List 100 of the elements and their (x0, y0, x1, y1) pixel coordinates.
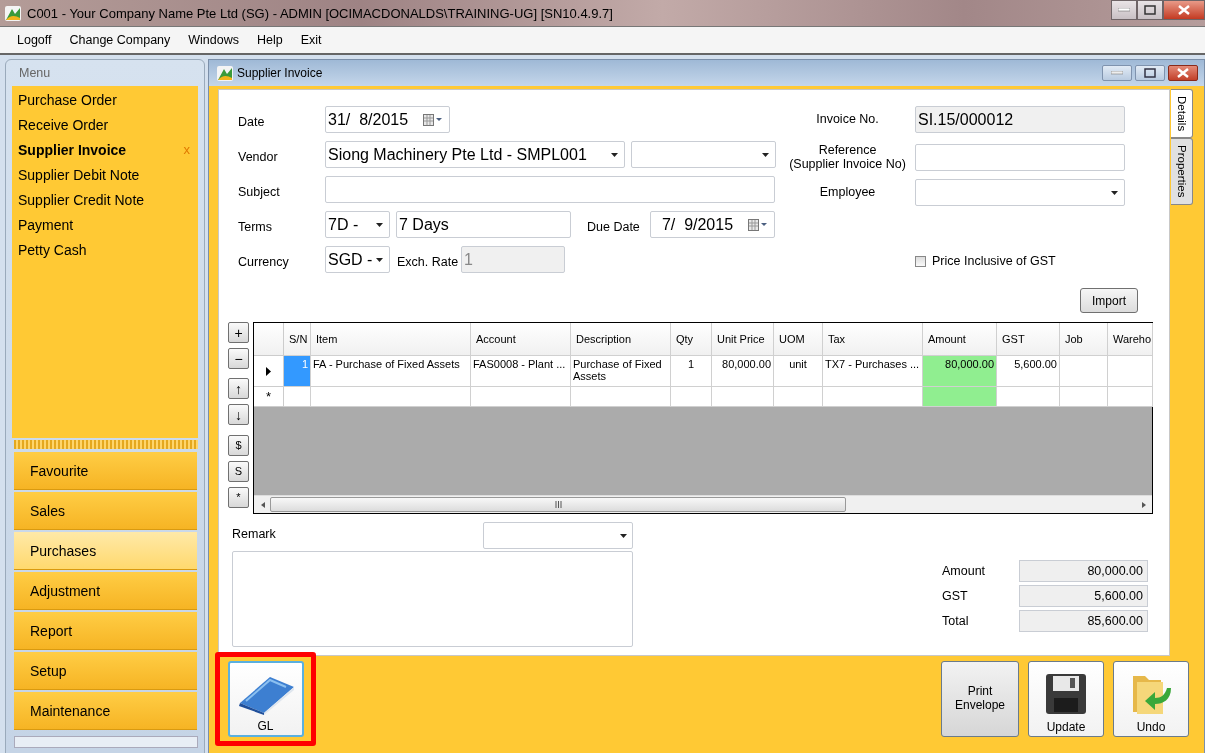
vendor-dropdown[interactable] (631, 141, 776, 168)
field-label: Invoice No. (815, 112, 880, 127)
grid-tool-button[interactable]: * (228, 487, 249, 508)
total-label: Amount (942, 564, 987, 578)
caret-icon (620, 533, 627, 538)
maximize-button[interactable] (1137, 0, 1163, 20)
sidebar-item[interactable]: Supplier Credit Note (12, 187, 198, 212)
total-value-field: 85,600.00 (1019, 610, 1148, 632)
menu-item[interactable]: Windows (179, 33, 248, 47)
side-tab[interactable]: Details (1171, 89, 1193, 139)
maximize-icon (1144, 68, 1156, 78)
field-label: Due Date (587, 218, 641, 234)
toolbar-button[interactable]: Undo (1113, 661, 1189, 737)
invoice-number-field[interactable]: SI.15/000012 (915, 106, 1125, 133)
caret-icon (611, 152, 618, 157)
remark-label: Remark (232, 526, 276, 541)
caret-icon (762, 152, 769, 157)
menu-item[interactable]: Logoff (8, 33, 61, 47)
toolbar-button[interactable]: Print Envelope (941, 661, 1019, 737)
grid-tool-button[interactable]: − (228, 348, 249, 369)
module-button[interactable]: Sales (14, 492, 197, 530)
field-label: Reference (Supplier Invoice No) (788, 143, 907, 172)
calendar-icon (748, 218, 768, 231)
caret-icon (376, 222, 383, 227)
total-label: Total (942, 614, 970, 628)
module-button[interactable]: Setup (14, 652, 197, 690)
horizontal-scrollbar[interactable] (254, 495, 1152, 513)
side-tab[interactable]: Properties (1171, 138, 1193, 205)
maximize-icon (1144, 5, 1156, 15)
scroll-bar[interactable] (14, 736, 198, 748)
checkbox-label: Price Inclusive of GST (932, 254, 1056, 268)
vendor-dropdown[interactable]: Siong Machinery Pte Ltd - SMPL001 (325, 141, 625, 168)
scroll-thumb[interactable] (270, 497, 846, 512)
date-field[interactable]: 7/ 9/2015 (650, 211, 775, 238)
caret-icon (376, 257, 383, 262)
checkbox[interactable] (915, 255, 926, 267)
document-title: Supplier Invoice (237, 66, 323, 80)
minimize-button[interactable] (1111, 0, 1137, 20)
calendar-icon (423, 113, 443, 126)
close-button[interactable] (1163, 0, 1205, 20)
sidebar-item[interactable]: Receive Order (12, 112, 198, 137)
grid-tool-button[interactable]: + (228, 322, 249, 343)
toolbar-button[interactable]: Update (1028, 661, 1104, 737)
remark-text-area[interactable] (232, 551, 633, 647)
app-logo-icon (5, 5, 21, 21)
scroll-right-icon[interactable] (1142, 501, 1146, 508)
module-button[interactable]: Purchases (14, 532, 197, 570)
sidebar-item[interactable]: Petty Cash (12, 237, 198, 262)
caret-icon (1111, 190, 1118, 195)
close-icon (1177, 68, 1189, 78)
import-button[interactable]: Import (1080, 288, 1138, 313)
sidebar-header: Menu (19, 66, 51, 80)
grid-tool-button[interactable]: $ (228, 435, 249, 456)
field-label: Exch. Rate (397, 253, 460, 269)
menu-item[interactable]: Exit (291, 33, 331, 47)
field-label: Subject (238, 183, 281, 199)
scroll-left-icon[interactable] (261, 501, 265, 508)
total-value-field: 80,000.00 (1019, 560, 1148, 582)
grid-tool-button[interactable]: ↓ (228, 404, 249, 425)
field-label: Employee (818, 185, 877, 200)
minimize-icon (1118, 8, 1130, 12)
grid-tool-button[interactable]: ↑ (228, 378, 249, 399)
menu-item[interactable]: Help (248, 33, 292, 47)
total-label: GST (942, 589, 969, 603)
row-header[interactable]: * (254, 387, 284, 407)
reference-field[interactable] (915, 144, 1125, 171)
sidebar-item[interactable]: Purchase Order (12, 87, 198, 112)
field-label: Vendor (238, 148, 279, 164)
minimize-button[interactable] (1102, 65, 1132, 81)
splitter-grip[interactable] (14, 440, 198, 449)
module-button[interactable]: Favourite (14, 452, 197, 490)
subject-field[interactable] (325, 176, 775, 203)
total-value-field: 5,600.00 (1019, 585, 1148, 607)
sidebar-item[interactable]: Supplier Invoice x (12, 137, 198, 162)
module-button[interactable]: Report (14, 612, 197, 650)
table-cell: 1 (284, 356, 311, 387)
sidebar-item[interactable]: Supplier Debit Note (12, 162, 198, 187)
minimize-icon (1111, 71, 1123, 75)
maximize-button[interactable] (1135, 65, 1165, 81)
currency-dropdown[interactable]: SGD - (325, 246, 390, 273)
terms-dropdown[interactable]: 7D - (325, 211, 390, 238)
close-icon (1178, 5, 1190, 15)
grid-tool-button[interactable]: S (228, 461, 249, 482)
menu-item[interactable]: Change Company (60, 33, 180, 47)
gl-button[interactable]: GL (227, 661, 304, 737)
grip-icon (554, 501, 562, 508)
terms-field[interactable]: 7 Days (396, 211, 571, 238)
field-label: Date (238, 113, 266, 129)
field-label: Currency (238, 253, 290, 269)
employee-dropdown[interactable] (915, 179, 1125, 206)
app-logo-icon (217, 65, 233, 81)
module-button[interactable]: Maintenance (14, 692, 197, 730)
module-button[interactable]: Adjustment (14, 572, 197, 610)
field-label: Terms (238, 218, 274, 234)
date-field[interactable]: 31/ 8/2015 (325, 106, 450, 133)
remark-dropdown[interactable] (483, 522, 633, 549)
close-button[interactable] (1168, 65, 1198, 81)
table-cell: 80,000.00 (923, 356, 997, 387)
sidebar-item[interactable]: Payment (12, 212, 198, 237)
window-title: C001 - Your Company Name Pte Ltd (SG) - ADMIN [OCIMACDONALDS\TRAINING-UG] [SN10.4.9.7] (27, 5, 613, 21)
